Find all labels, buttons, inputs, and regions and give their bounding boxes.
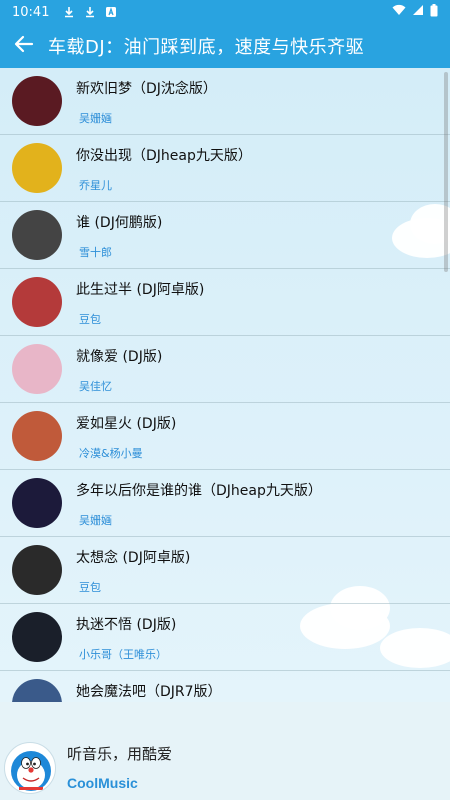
song-title: 多年以后你是谁的谁（DJheap九天版） xyxy=(76,482,322,499)
song-artist: 豆包 xyxy=(79,580,101,594)
list-item[interactable]: 谁 (DJ何鹏版) 雪十郎 xyxy=(0,202,450,269)
album-cover xyxy=(12,277,62,327)
song-title: 谁 (DJ何鹏版) xyxy=(76,214,163,231)
list-scrollbar[interactable] xyxy=(444,72,448,272)
app-notification-icon xyxy=(105,6,117,18)
song-artist: 吴姗婳 xyxy=(79,111,112,125)
download-icon xyxy=(84,6,96,18)
download-icon xyxy=(63,6,75,18)
status-bar: 10:41 xyxy=(0,0,450,24)
list-item[interactable]: 太想念 (DJ阿卓版) 豆包 xyxy=(0,537,450,604)
list-item[interactable]: 执迷不悟 (DJ版) 小乐哥（王唯乐） xyxy=(0,604,450,671)
song-title: 太想念 (DJ阿卓版) xyxy=(76,549,191,566)
list-item[interactable]: 此生过半 (DJ阿卓版) 豆包 xyxy=(0,269,450,336)
song-artist: 乔星儿 xyxy=(79,178,112,192)
list-item[interactable]: 她会魔法吧（DJR7版） xyxy=(0,671,450,702)
back-button[interactable] xyxy=(0,24,48,68)
album-cover xyxy=(12,210,62,260)
song-title: 她会魔法吧（DJR7版） xyxy=(76,683,222,700)
list-item[interactable]: 新欢旧梦（DJ沈念版） 吴姗婳 xyxy=(0,68,450,135)
album-cover xyxy=(12,76,62,126)
song-artist: 雪十郎 xyxy=(79,245,112,259)
player-subtitle: CoolMusic xyxy=(67,775,138,791)
song-title: 执迷不悟 (DJ版) xyxy=(76,616,177,633)
song-artist: 小乐哥（王唯乐） xyxy=(79,647,167,661)
song-artist: 吴姗婳 xyxy=(79,513,112,527)
list-item[interactable]: 爱如星火 (DJ版) 冷漠&杨小曼 xyxy=(0,403,450,470)
list-item[interactable]: 你没出现（DJheap九天版） 乔星儿 xyxy=(0,135,450,202)
song-title: 此生过半 (DJ阿卓版) xyxy=(76,281,205,298)
song-title: 爱如星火 (DJ版) xyxy=(76,415,177,432)
album-cover xyxy=(12,612,62,662)
wifi-icon xyxy=(392,4,406,20)
list-item[interactable]: 多年以后你是谁的谁（DJheap九天版） 吴姗婳 xyxy=(0,470,450,537)
song-artist: 豆包 xyxy=(79,312,101,326)
album-cover xyxy=(12,344,62,394)
song-title: 就像爱 (DJ版) xyxy=(76,348,163,365)
song-title: 你没出现（DJheap九天版） xyxy=(76,147,252,164)
song-artist: 吴佳忆 xyxy=(79,379,112,393)
list-item[interactable]: 就像爱 (DJ版) 吴佳忆 xyxy=(0,336,450,403)
doraemon-avatar-icon[interactable] xyxy=(4,742,56,794)
signal-icon xyxy=(412,4,424,20)
app-bar: 车载DJ：油门踩到底，速度与快乐齐驱 xyxy=(0,24,450,68)
song-artist: 冷漠&杨小曼 xyxy=(79,446,143,460)
album-cover xyxy=(12,143,62,193)
page-title: 车载DJ：油门踩到底，速度与快乐齐驱 xyxy=(48,37,365,58)
arrow-left-icon xyxy=(14,34,34,58)
player-title: 听音乐，用酷爱 xyxy=(67,745,173,763)
status-time: 10:41 xyxy=(12,4,50,20)
battery-icon xyxy=(430,3,438,21)
album-cover xyxy=(12,411,62,461)
mini-player[interactable]: 听音乐，用酷爱 CoolMusic xyxy=(0,702,450,800)
album-cover xyxy=(12,545,62,595)
album-cover xyxy=(12,478,62,528)
album-cover xyxy=(12,679,62,702)
song-list[interactable]: 新欢旧梦（DJ沈念版） 吴姗婳 你没出现（DJheap九天版） 乔星儿 谁 (D… xyxy=(0,68,450,702)
song-title: 新欢旧梦（DJ沈念版） xyxy=(76,80,217,97)
